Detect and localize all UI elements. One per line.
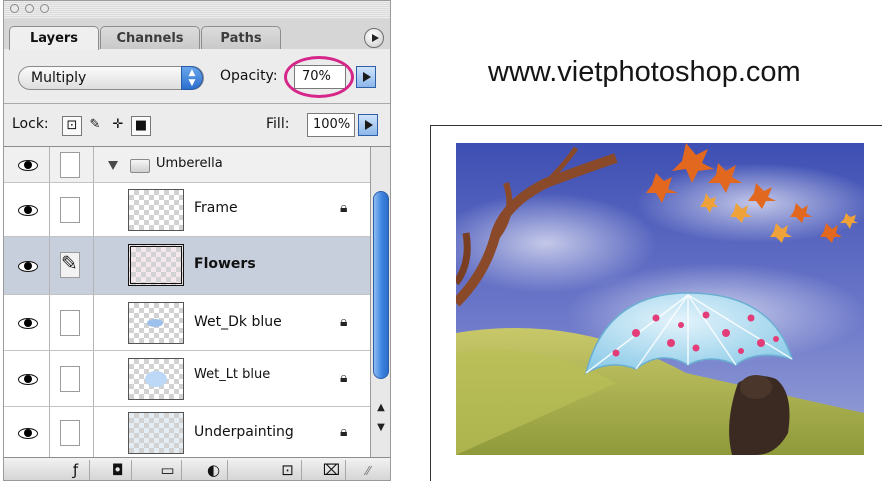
- fill-field[interactable]: 100%: [307, 113, 355, 137]
- eye-icon[interactable]: [18, 260, 38, 272]
- eye-column: [4, 147, 50, 182]
- layer-style-icon[interactable]: ƒ: [62, 460, 90, 480]
- lock-transparent-icon[interactable]: ⊡: [62, 116, 82, 136]
- tab-channels[interactable]: Channels: [100, 26, 200, 49]
- site-url: www.vietphotoshop.com: [488, 56, 801, 88]
- layer-name: Flowers: [194, 256, 256, 272]
- layer-name: Wet_Lt blue: [194, 367, 271, 382]
- link-box[interactable]: [60, 366, 80, 392]
- lock-image-brush-icon[interactable]: ✎: [85, 116, 105, 136]
- layers-list: Umberella Frame 🔒︎ ✎ Flowers Wet_Dk blue…: [4, 147, 370, 457]
- eye-icon[interactable]: [18, 373, 38, 385]
- link-box[interactable]: ✎: [60, 251, 80, 278]
- artwork-image: [456, 143, 864, 455]
- layer-thumbnail: [128, 302, 184, 344]
- panel-menu-button[interactable]: [364, 28, 384, 48]
- lock-icon: 🔒︎: [340, 200, 348, 216]
- folder-icon: [130, 159, 150, 173]
- layers-scrollbar[interactable]: ▲ ▼: [370, 147, 390, 457]
- eye-column: [4, 407, 50, 457]
- blend-opacity-row: Multiply ▲ ▼ Opacity: 70%: [4, 49, 390, 104]
- layer-row[interactable]: Wet_Lt blue 🔒︎: [4, 351, 370, 407]
- resize-grip-icon[interactable]: ⁄⁄: [366, 464, 370, 478]
- close-window-icon[interactable]: [10, 4, 19, 13]
- eye-icon[interactable]: [18, 317, 38, 329]
- link-column: [50, 407, 94, 457]
- lock-all-icon[interactable]: ■: [131, 116, 151, 136]
- layer-mask-icon[interactable]: ◘: [104, 460, 132, 480]
- new-layer-icon[interactable]: ⊡: [274, 460, 302, 480]
- lock-icon: 🔒︎: [340, 424, 348, 440]
- layer-name: Underpainting: [194, 424, 294, 440]
- scroll-down-arrow-icon[interactable]: ▼: [373, 419, 389, 437]
- disclosure-triangle-icon[interactable]: [108, 161, 118, 170]
- layer-row[interactable]: Underpainting 🔒︎: [4, 407, 370, 457]
- eye-icon[interactable]: [18, 159, 38, 171]
- adjustment-layer-icon[interactable]: ◐: [200, 460, 228, 480]
- opacity-label: Opacity:: [220, 68, 278, 84]
- link-column: [50, 147, 94, 182]
- link-box[interactable]: [60, 197, 80, 223]
- new-group-icon[interactable]: ▭: [154, 460, 182, 480]
- panel-tabs: Layers Channels Paths: [4, 19, 390, 50]
- layer-name: Frame: [194, 200, 238, 216]
- eye-column: [4, 237, 50, 294]
- layer-group-row[interactable]: Umberella: [4, 147, 370, 183]
- blend-mode-value: Multiply: [31, 70, 87, 86]
- highlight-oval: [284, 56, 354, 98]
- link-column: [50, 295, 94, 350]
- link-column: [50, 183, 94, 236]
- layer-thumbnail: [128, 244, 184, 286]
- minimize-window-icon[interactable]: [25, 4, 34, 13]
- panel-titlebar: [4, 1, 390, 20]
- layer-row[interactable]: Wet_Dk blue 🔒︎: [4, 295, 370, 351]
- layer-row-selected[interactable]: ✎ Flowers: [4, 237, 370, 295]
- zoom-window-icon[interactable]: [40, 4, 49, 13]
- eye-column: [4, 183, 50, 236]
- eye-column: [4, 295, 50, 350]
- scrollbar-thumb[interactable]: [373, 191, 389, 379]
- lock-position-icon[interactable]: ✛: [108, 116, 128, 136]
- layer-name: Wet_Dk blue: [194, 314, 282, 330]
- link-column: [50, 351, 94, 406]
- umbrella-illustration: [456, 143, 864, 455]
- opacity-slider-button[interactable]: [356, 66, 376, 88]
- tab-layers[interactable]: Layers: [9, 26, 99, 50]
- lock-fill-row: Lock: ⊡ ✎ ✛ ■ Fill: 100%: [4, 104, 390, 147]
- thumb-blot: [147, 319, 163, 327]
- lock-icon: 🔒︎: [340, 314, 348, 330]
- link-box[interactable]: [60, 152, 80, 178]
- layer-thumbnail: [128, 412, 184, 454]
- link-box[interactable]: [60, 420, 80, 446]
- layer-thumbnail: [128, 358, 184, 400]
- link-box[interactable]: [60, 310, 80, 336]
- eye-column: [4, 351, 50, 406]
- tab-paths[interactable]: Paths: [201, 26, 281, 49]
- scroll-up-arrow-icon[interactable]: ▲: [373, 399, 389, 417]
- panel-bottom-toolbar: ƒ ◘ ▭ ◐ ⊡ ⌧ ⁄⁄: [4, 457, 390, 480]
- lock-icon: 🔒︎: [340, 370, 348, 386]
- thumb-blot: [145, 371, 167, 387]
- trash-icon[interactable]: ⌧: [318, 460, 346, 480]
- eye-icon[interactable]: [18, 427, 38, 439]
- layer-thumbnail: [128, 189, 184, 231]
- fill-slider-button[interactable]: [358, 114, 378, 136]
- layer-name: Umberella: [156, 156, 223, 171]
- brush-icon: ✎: [61, 251, 78, 275]
- select-arrows-icon: ▲ ▼: [181, 66, 203, 90]
- eye-icon[interactable]: [18, 204, 38, 216]
- lock-label: Lock:: [12, 116, 49, 132]
- fill-label: Fill:: [266, 116, 290, 132]
- layer-row[interactable]: Frame 🔒︎: [4, 183, 370, 237]
- link-column: ✎: [50, 237, 94, 294]
- blend-mode-select[interactable]: Multiply ▲ ▼: [18, 66, 204, 90]
- layers-panel: Layers Channels Paths Multiply ▲ ▼ Opacit…: [3, 0, 391, 481]
